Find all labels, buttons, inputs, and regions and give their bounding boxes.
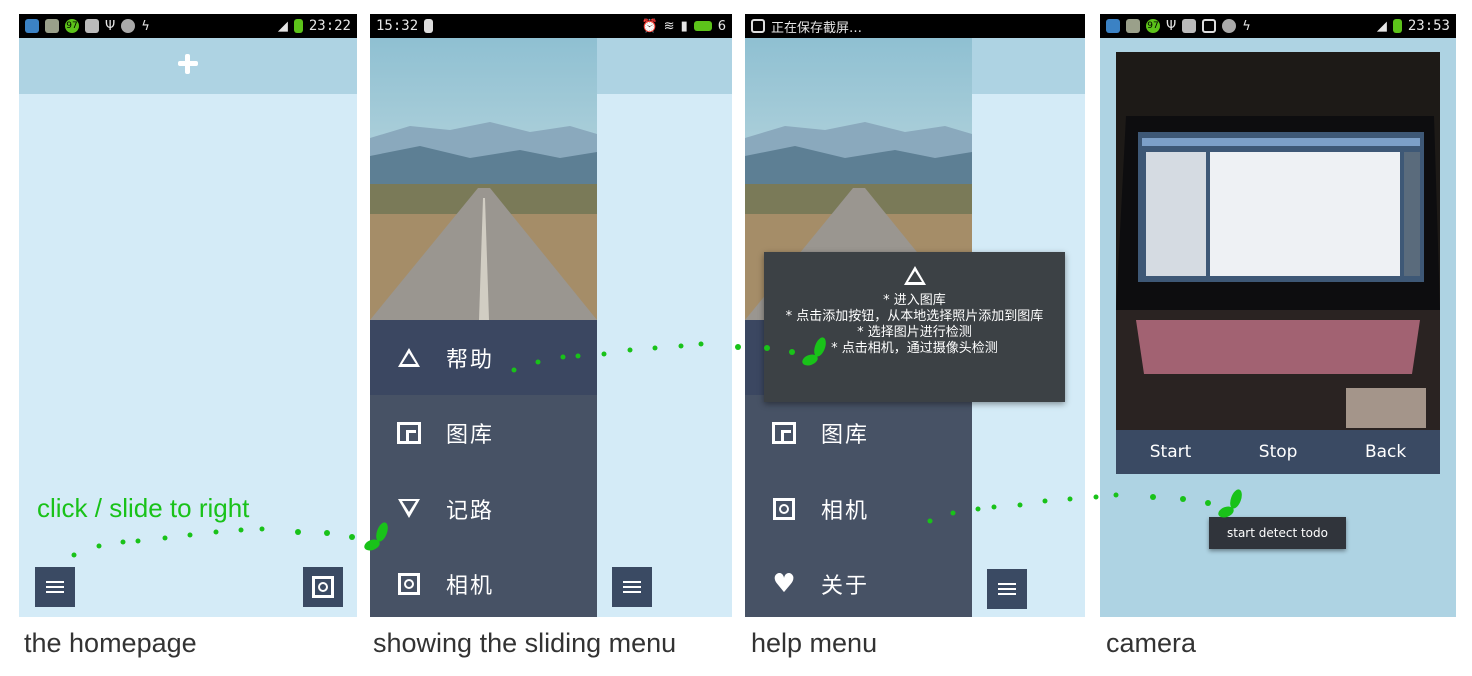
stop-button[interactable]: Stop xyxy=(1259,442,1298,462)
menu-item-route[interactable]: 记路 xyxy=(370,471,597,546)
add-button[interactable] xyxy=(176,52,200,76)
status-bar: 正在保存截屏… xyxy=(745,14,1085,38)
battery-icon xyxy=(1392,19,1402,33)
help-line: * 进入图库 xyxy=(883,293,946,308)
triangle-up-icon xyxy=(396,345,422,371)
notification-icon xyxy=(1126,19,1140,33)
badge-icon: 97 xyxy=(1146,19,1160,33)
status-bar: 15:32 ⏰ ≋ ▮ 6 xyxy=(370,14,732,38)
sim-icon xyxy=(85,19,99,33)
start-button[interactable]: Start xyxy=(1150,442,1192,462)
hamburger-icon xyxy=(46,580,64,594)
hamburger-icon xyxy=(998,582,1016,596)
triangle-up-icon xyxy=(903,266,926,285)
signal-icon: ◢ xyxy=(1376,18,1387,34)
menu-item-help[interactable]: 帮助 xyxy=(370,320,597,395)
menu-item-about[interactable]: ♥ 关于 xyxy=(745,546,972,617)
menu-button[interactable] xyxy=(612,567,652,607)
gallery-icon xyxy=(771,420,797,446)
usb-icon: Ψ xyxy=(1166,18,1177,34)
camera-control-bar: Start Stop Back xyxy=(1116,430,1440,474)
wechat-icon xyxy=(121,19,136,33)
menu-item-gallery[interactable]: 图库 xyxy=(370,395,597,470)
wechat-icon xyxy=(1222,19,1237,33)
status-bar: 97 Ψ ϟ ◢ 23:53 xyxy=(1100,14,1456,38)
heart-icon: ♥ xyxy=(772,568,796,599)
image-icon xyxy=(1202,19,1217,33)
sim-icon xyxy=(1182,19,1197,33)
sd-card-icon xyxy=(424,19,434,33)
status-time: 23:53 xyxy=(1407,18,1450,34)
menu-item-label: 帮助 xyxy=(446,347,495,373)
menu-item-label: 图库 xyxy=(446,422,495,448)
help-line: * 选择图片进行检测 xyxy=(857,325,972,340)
status-number: 6 xyxy=(717,18,726,34)
gallery-icon xyxy=(396,420,422,446)
alarm-icon: ⏰ xyxy=(641,18,658,34)
help-popup: * 进入图库 * 点击添加按钮，从本地选择照片添加到图库 * 选择图片进行检测 … xyxy=(764,252,1065,402)
menu-item-camera[interactable]: 相机 xyxy=(745,471,972,546)
usb-icon: Ψ xyxy=(105,18,116,34)
camera-icon xyxy=(312,576,334,598)
wifi-icon: ≋ xyxy=(663,18,675,34)
menu-item-label: 图库 xyxy=(821,422,870,448)
triangle-down-icon xyxy=(396,496,422,522)
top-bar xyxy=(19,38,357,94)
notification-icon xyxy=(45,19,59,33)
help-line: * 点击添加按钮，从本地选择照片添加到图库 xyxy=(785,309,1044,324)
menu-button[interactable] xyxy=(987,569,1027,609)
toast-message: start detect todo xyxy=(1209,517,1346,549)
sliding-drawer: 帮助 图库 记路 相机 xyxy=(370,38,597,617)
battery-icon xyxy=(693,21,712,31)
status-message: 正在保存截屏… xyxy=(771,20,863,36)
notification-icon xyxy=(1106,19,1120,33)
caption-homepage: the homepage xyxy=(24,628,197,658)
help-line: * 点击相机，通过摄像头检测 xyxy=(831,341,998,356)
caption-camera: camera xyxy=(1106,628,1197,658)
caption-sliding-menu: showing the sliding menu xyxy=(373,628,677,658)
flash-icon: ϟ xyxy=(141,18,150,34)
signal-icon: ▮ xyxy=(680,18,688,34)
status-bar: 97 Ψ ϟ ◢ 23:22 xyxy=(19,14,357,38)
top-bar xyxy=(972,38,1085,94)
slide-hint: click / slide to right xyxy=(37,493,250,523)
hamburger-icon xyxy=(623,580,641,594)
menu-item-label: 关于 xyxy=(821,573,870,599)
status-time: 15:32 xyxy=(376,18,419,34)
camera-icon xyxy=(396,571,422,597)
road-landscape-image xyxy=(370,38,597,320)
caption-help-menu: help menu xyxy=(751,628,878,658)
sliding-menu-screen: 15:32 ⏰ ≋ ▮ 6 帮助 图库 记路 相机 xyxy=(370,14,732,617)
badge-icon: 97 xyxy=(65,19,79,33)
camera-icon xyxy=(771,496,797,522)
menu-item-camera[interactable]: 相机 xyxy=(370,546,597,617)
notification-icon xyxy=(25,19,39,33)
flash-icon: ϟ xyxy=(1242,18,1251,34)
menu-button[interactable] xyxy=(35,567,75,607)
homepage-screen: 97 Ψ ϟ ◢ 23:22 xyxy=(19,14,357,617)
status-time: 23:22 xyxy=(308,18,351,34)
menu-item-label: 记路 xyxy=(446,498,495,524)
back-button[interactable]: Back xyxy=(1365,442,1406,462)
camera-preview xyxy=(1116,52,1440,430)
signal-icon: ◢ xyxy=(277,18,288,34)
menu-item-label: 相机 xyxy=(821,498,870,524)
battery-icon xyxy=(293,19,303,33)
menu-item-label: 相机 xyxy=(446,573,495,599)
menu-item-gallery[interactable]: 图库 xyxy=(745,395,972,470)
camera-button[interactable] xyxy=(303,567,343,607)
image-icon xyxy=(751,19,765,33)
top-bar xyxy=(597,38,732,94)
